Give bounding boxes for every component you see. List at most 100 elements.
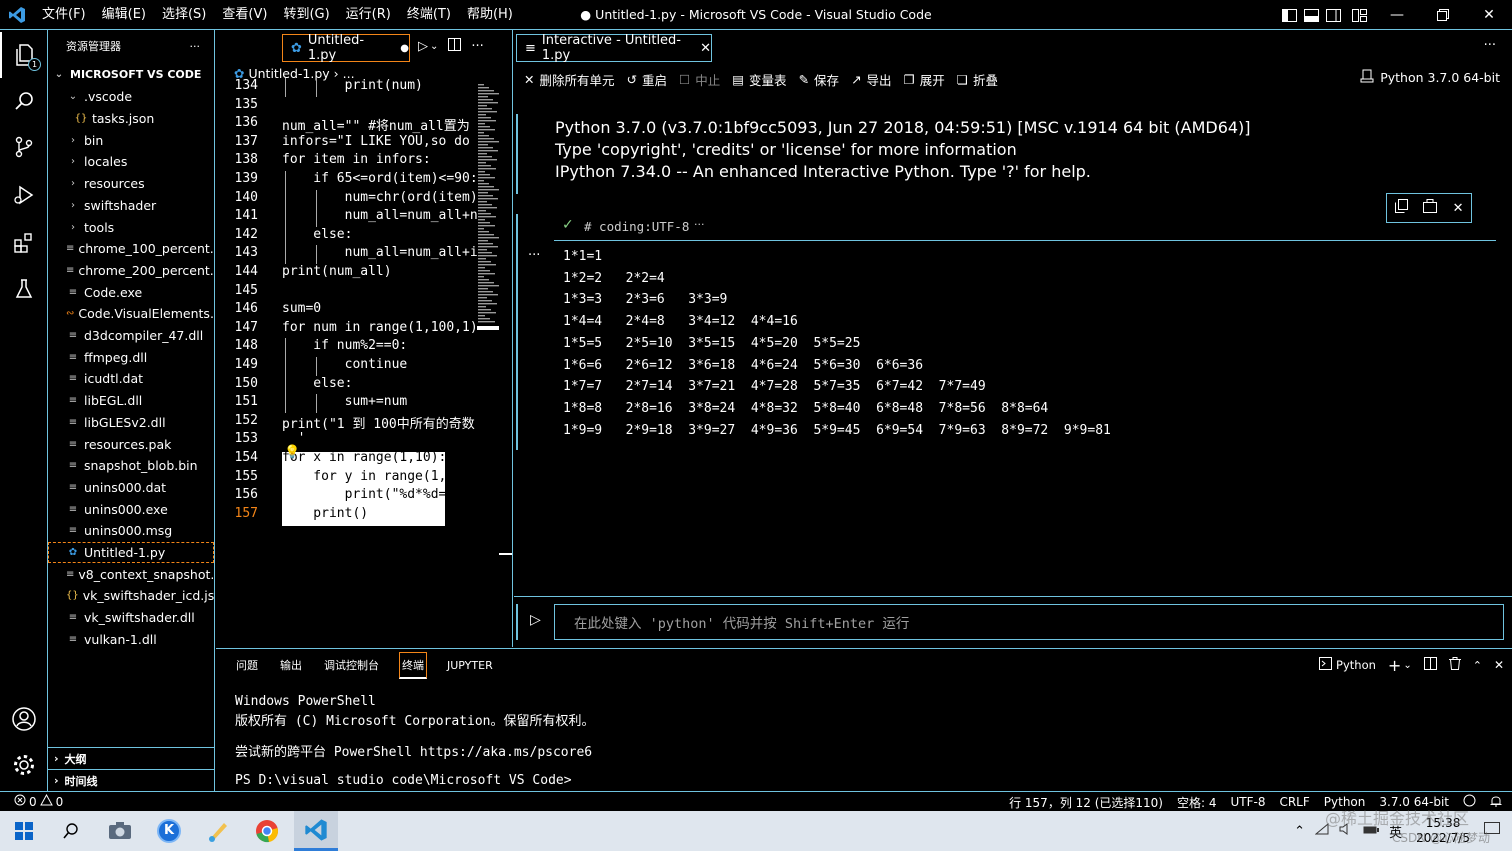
toolbar-button-restart[interactable]: ↺ 重启 [627,70,668,89]
code-line[interactable]: print(num_all) [282,264,392,279]
editor-tab-untitled[interactable]: ✿ Untitled-1.py ● [282,33,410,63]
tab-debug-console[interactable]: 调试控制台 [322,653,381,677]
code-line[interactable]: if num%2==0: [282,338,407,353]
problems-status[interactable]: 0 0 [14,793,63,809]
explorer-item[interactable]: ≡ libGLESv2.dll [48,412,214,434]
explorer-item[interactable]: ≡ icudtl.dat [48,368,214,390]
scrollbar-thumb[interactable] [499,553,512,555]
unsaved-dot-icon[interactable]: ● [400,43,409,54]
toolbar-button-export[interactable]: ↗ 导出 [851,70,892,89]
explorer-item[interactable]: ≡ resources.pak [48,433,214,455]
toolbar-button-close[interactable]: ✕ 删除所有单元 [524,70,615,89]
explorer-item[interactable]: ≡ snapshot_blob.bin [48,455,214,477]
outline-section[interactable]: › 大纲 [48,747,214,769]
close-window-icon[interactable]: ✕ [1466,0,1512,30]
code-line[interactable]: for x in range(1,10): [282,450,446,465]
menu-selection[interactable]: 选择(S) [154,0,214,30]
notifications-bell-icon[interactable] [1490,794,1502,810]
menu-terminal[interactable]: 终端(T) [399,0,459,30]
chevron-down-icon[interactable]: ⌄ [430,41,438,52]
minimize-icon[interactable]: — [1374,0,1420,30]
menu-go[interactable]: 转到(G) [275,0,337,30]
explorer-item[interactable]: › locales [48,151,214,173]
toggle-secondary-sidebar-icon[interactable] [1322,0,1344,30]
code-line[interactable]: sum+=num [282,394,408,409]
code-line[interactable]: num_all="" #将num_all置为 [282,115,470,134]
goto-code-icon[interactable] [1422,199,1438,217]
explorer-item[interactable]: ≡ unins000.msg [48,520,214,542]
code-line[interactable]: else: [282,376,352,391]
code-line[interactable]: print(num) [282,78,423,93]
explorer-item[interactable]: ∾ Code.VisualElements... [48,303,214,325]
new-terminal-icon[interactable]: + [1388,656,1401,675]
run-python-file-icon[interactable]: ▷ [418,39,428,54]
code-line[interactable]: for y in range(1,x+1) [282,469,477,484]
menu-help[interactable]: 帮助(H) [459,0,521,30]
interactive-tab[interactable]: ≡ Interactive - Untitled-1.py ✕ [516,33,712,63]
explorer-item[interactable]: › swiftshader [48,195,214,217]
chevron-down-icon[interactable]: ⌄ [1403,660,1411,671]
vscode-taskbar-icon[interactable] [294,811,338,851]
run-cell-icon[interactable]: ▷ [530,612,541,628]
chevron-up-icon[interactable]: ⌃ [1294,824,1305,839]
toolbar-button-collapse[interactable]: ❏ 折叠 [957,70,998,89]
testing-icon[interactable] [0,266,48,312]
trash-icon[interactable] [1448,657,1461,673]
timeline-section[interactable]: › 时间线 [48,769,214,791]
restore-icon[interactable] [1420,0,1466,30]
cell-collapsed-more[interactable]: ··· [694,218,705,231]
delete-cell-icon[interactable]: ✕ [1453,201,1464,216]
toggle-panel-icon[interactable] [1300,0,1322,30]
cursor-position[interactable]: 行 157，列 12 (已选择110) [1009,794,1163,811]
k-app-icon[interactable]: K [147,811,191,851]
kernel-picker[interactable]: Python 3.7.0 64-bit [1360,69,1500,86]
explorer-root-folder[interactable]: ⌄ MICROSOFT VS CODE [48,64,214,86]
split-editor-icon[interactable] [448,38,462,55]
explorer-item[interactable]: ≡ v8_context_snapshot.... [48,563,214,585]
explorer-item[interactable]: › resources [48,173,214,195]
explorer-item[interactable]: ≡ vk_swiftshader.dll [48,607,214,629]
split-terminal-icon[interactable] [1423,657,1437,673]
output-more-icon[interactable]: ··· [528,248,540,263]
explorer-item[interactable]: ≡ chrome_200_percent.... [48,260,214,282]
toolbar-button-stop[interactable]: ☐ 中止 [679,70,720,89]
more-actions-icon[interactable]: ··· [1484,38,1496,53]
maximize-panel-icon[interactable]: ⌃ [1473,659,1482,672]
camera-app-icon[interactable] [98,811,142,851]
explorer-item[interactable]: ≡ ffmpeg.dll [48,346,214,368]
explorer-item[interactable]: ≡ libEGL.dll [48,390,214,412]
end-of-line[interactable]: CRLF [1279,795,1309,809]
code-line[interactable]: for item in infors: [282,152,431,167]
paint-app-icon[interactable] [196,811,240,851]
settings-gear-icon[interactable] [0,742,48,788]
explorer-item[interactable]: ≡ d3dcompiler_47.dll [48,325,214,347]
code-line[interactable]: if 65<=ord(item)<=90: [282,171,477,186]
copy-icon[interactable] [1394,199,1408,217]
tab-terminal[interactable]: 终端 [399,651,427,679]
code-line[interactable]: continue [282,357,408,372]
menu-run[interactable]: 运行(R) [338,0,399,30]
terminal-selector[interactable]: Python [1319,657,1376,673]
code-input[interactable]: 在此处键入 'python' 代码并按 Shift+Enter 运行 [554,604,1504,640]
explorer-item[interactable]: ≡ unins000.dat [48,477,214,499]
code-line[interactable]: print() [282,506,368,521]
explorer-item[interactable]: ≡ chrome_100_percent.... [48,238,214,260]
close-tab-icon[interactable]: ✕ [700,41,711,56]
lightbulb-icon[interactable]: 💡 [284,445,300,460]
menu-file[interactable]: 文件(F) [34,0,94,30]
code-line[interactable]: num=chr(ord(item) [282,190,478,205]
explorer-icon[interactable]: 1 [0,32,48,78]
accounts-icon[interactable] [0,696,48,742]
toolbar-button-expand[interactable]: ❐ 展开 [904,70,945,89]
source-control-icon[interactable] [0,124,48,170]
search-icon[interactable] [0,78,48,124]
indentation[interactable]: 空格: 4 [1177,794,1217,811]
explorer-item[interactable]: {}vk_swiftshader_icd.json [48,585,214,607]
code-line[interactable]: print("%d*%d=%d" [282,487,470,502]
toolbar-button-variables[interactable]: ▤ 变量表 [732,70,786,89]
code-line[interactable]: for num in range(1,100,1) [282,320,478,335]
explorer-item[interactable]: › tools [48,216,214,238]
explorer-item[interactable]: ⌄ .vscode [48,86,214,108]
explorer-item[interactable]: ≡ unins000.exe [48,498,214,520]
minimap-slider[interactable] [477,326,499,330]
